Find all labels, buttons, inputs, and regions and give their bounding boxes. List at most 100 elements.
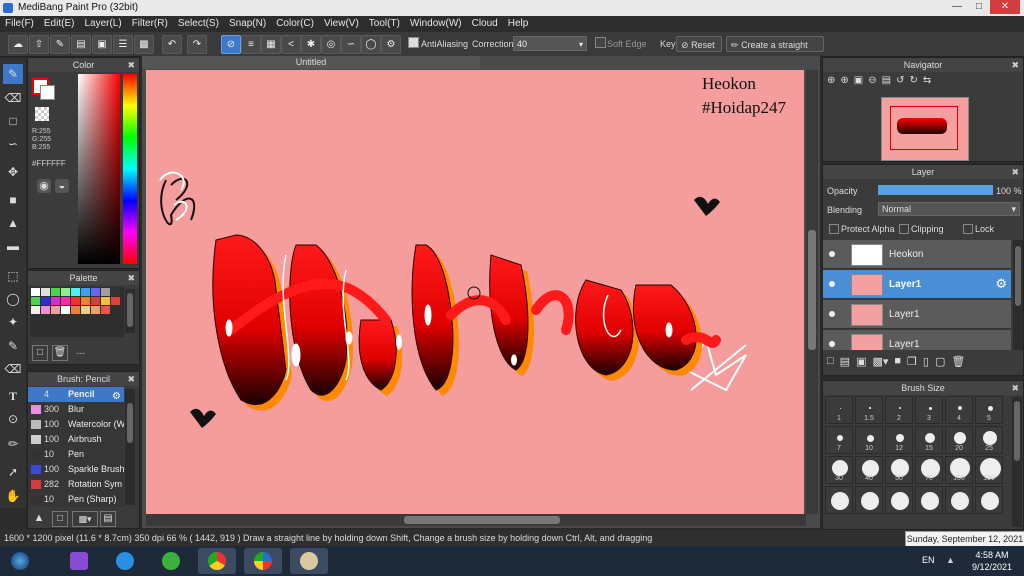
horizontal-scroll-thumb[interactable] [404,516,560,524]
canvas-vertical-scrollbar[interactable] [806,70,818,514]
folder-icon[interactable]: ■ [894,355,901,368]
select-tool-icon[interactable]: ⬚ [3,266,23,286]
brush-size-option[interactable] [855,486,883,514]
brush-size-option[interactable]: 40 [855,456,883,484]
reset-button[interactable]: ⊘ Reset [676,36,722,52]
undo-icon[interactable]: ↶ [162,35,182,54]
color-wheel-icon[interactable]: ◒ [55,179,69,193]
new-palette-icon[interactable]: □ [32,345,48,361]
menu-help[interactable]: Help [503,16,534,32]
canvas-tab[interactable]: Untitled [142,56,480,69]
maximize-button[interactable]: □ [968,0,990,14]
vertical-scroll-thumb[interactable] [808,230,816,350]
visibility-icon[interactable] [829,341,835,347]
panel-close-icon[interactable]: ✖ [1011,58,1019,72]
menu-snap[interactable]: Snap(N) [224,16,271,32]
redo-icon[interactable]: ↷ [187,35,207,54]
brush-item-blur[interactable]: 300 Blur [28,402,124,418]
layer-item[interactable]: Heokon [823,240,1011,269]
comment-icon[interactable]: ✎ [50,35,70,54]
panel-close-icon[interactable]: ✖ [127,271,135,285]
zoom-in-icon[interactable]: ⊕ [827,75,835,86]
brush-size-option[interactable]: 30 [825,456,853,484]
transparent-swatch[interactable] [35,107,49,121]
move-tool-icon[interactable]: ✥ [3,162,23,182]
brush-scrollbar[interactable] [125,389,135,505]
menu-window[interactable]: Window(W) [405,16,467,32]
divide-tool-icon[interactable]: ⊙ [3,409,23,429]
brush-size-scroll-thumb[interactable] [1014,401,1020,461]
saturation-value-picker[interactable] [78,74,120,264]
new-layer-icon[interactable]: □ [827,355,834,368]
brush-size-option[interactable]: 150 [975,456,1003,484]
brush-scroll-thumb[interactable] [127,403,133,443]
brush-size-option[interactable]: 1.5 [855,396,883,424]
new-halftone-layer-icon[interactable]: ▤ [840,355,850,368]
menu-tool[interactable]: Tool(T) [364,16,405,32]
panel-close-icon[interactable]: ✖ [1011,165,1019,179]
fill-rect-tool-icon[interactable]: ■ [3,190,23,210]
eraser-tool-icon[interactable]: ⌫ [3,88,23,108]
layer-item[interactable]: Layer1 [823,300,1011,329]
minimize-button[interactable]: — [946,0,968,14]
delete-layer-icon[interactable]: 🗑 [951,355,965,368]
palette-mode-icon[interactable]: ◉ [37,179,51,193]
gradient-tool-icon[interactable]: ▬ [3,236,23,256]
swatch-grid[interactable] [30,287,124,327]
delete-palette-icon[interactable]: 🗑 [52,345,68,361]
start-button[interactable] [3,548,37,574]
layer-settings-gear-icon[interactable]: ⚙ [995,276,1007,292]
layer-item[interactable]: Layer1 [823,330,1011,350]
blending-select[interactable]: Normal ▾ [878,202,1020,216]
brush-size-option[interactable]: 20 [945,426,973,454]
brush-size-option[interactable] [915,486,943,514]
brush-size-option[interactable] [825,486,853,514]
taskbar-internet-explorer[interactable] [106,548,144,574]
taskbar-coccoc[interactable] [152,548,190,574]
clear-layer-icon[interactable]: ▢ [935,355,945,368]
layer-scroll-thumb[interactable] [1015,246,1021,306]
new-8bit-layer-icon[interactable]: ▣ [856,355,866,368]
layer-menu-icon[interactable]: ▩▾ [872,355,888,368]
dot-tool-icon[interactable]: ∽ [3,134,23,154]
brush-doc-icon[interactable]: ▤ [100,511,116,527]
brush-add-icon[interactable]: ▲ [32,511,46,525]
language-indicator[interactable]: EN [922,555,935,565]
brush-size-option[interactable]: 12 [885,426,913,454]
layer-scrollbar[interactable] [1013,240,1023,350]
brush-size-option[interactable]: 2 [885,396,913,424]
brush-item-watercolor[interactable]: 100 Watercolor (W [28,417,124,433]
fit-icon[interactable]: ▣ [854,75,863,86]
text-tool-icon[interactable]: T [3,386,23,406]
taskbar-medibang[interactable] [244,548,282,574]
snap-settings-icon[interactable]: ⚙ [381,35,401,54]
zoom-in-alt-icon[interactable]: ⊕ [840,75,848,86]
palette-scroll-thumb[interactable] [127,293,133,327]
visibility-icon[interactable] [829,251,835,257]
brush-size-option[interactable] [945,486,973,514]
brush-new-icon[interactable]: □ [52,511,68,527]
select-eraser-tool-icon[interactable]: ⌫ [3,359,23,379]
lasso-tool-icon[interactable]: ◯ [3,289,23,309]
taskbar-paint[interactable] [290,548,328,574]
select-pen-tool-icon[interactable]: ✎ [3,336,23,356]
panel-close-icon[interactable]: ✖ [1011,381,1019,395]
cloud-icon[interactable]: ☁ [8,35,28,54]
brush-size-option[interactable]: 15 [915,426,943,454]
hand-tool-icon[interactable]: ✋ [3,486,23,506]
tray-expand-icon[interactable]: ▲ [946,555,955,565]
flip-icon[interactable]: ⇆ [923,75,931,86]
actual-size-icon[interactable]: ▤ [882,75,891,86]
brush-size-option[interactable] [975,486,1003,514]
duplicate-layer-icon[interactable]: ❐ [907,355,917,368]
brush-tool-icon[interactable]: ✎ [3,64,23,84]
rotate-left-icon[interactable]: ↺ [896,75,904,86]
taskbar-chrome[interactable] [198,548,236,574]
brush-size-option[interactable]: 3 [915,396,943,424]
brush-size-option[interactable]: 10 [855,426,883,454]
straight-line-button[interactable]: ✏ Create a straight line [726,36,824,66]
snap-perspective-icon[interactable]: < [281,35,301,54]
brush-size-option[interactable]: 7 [825,426,853,454]
operation-tool-icon[interactable]: ➚ [3,462,23,482]
panel-close-icon[interactable]: ✖ [127,58,135,72]
